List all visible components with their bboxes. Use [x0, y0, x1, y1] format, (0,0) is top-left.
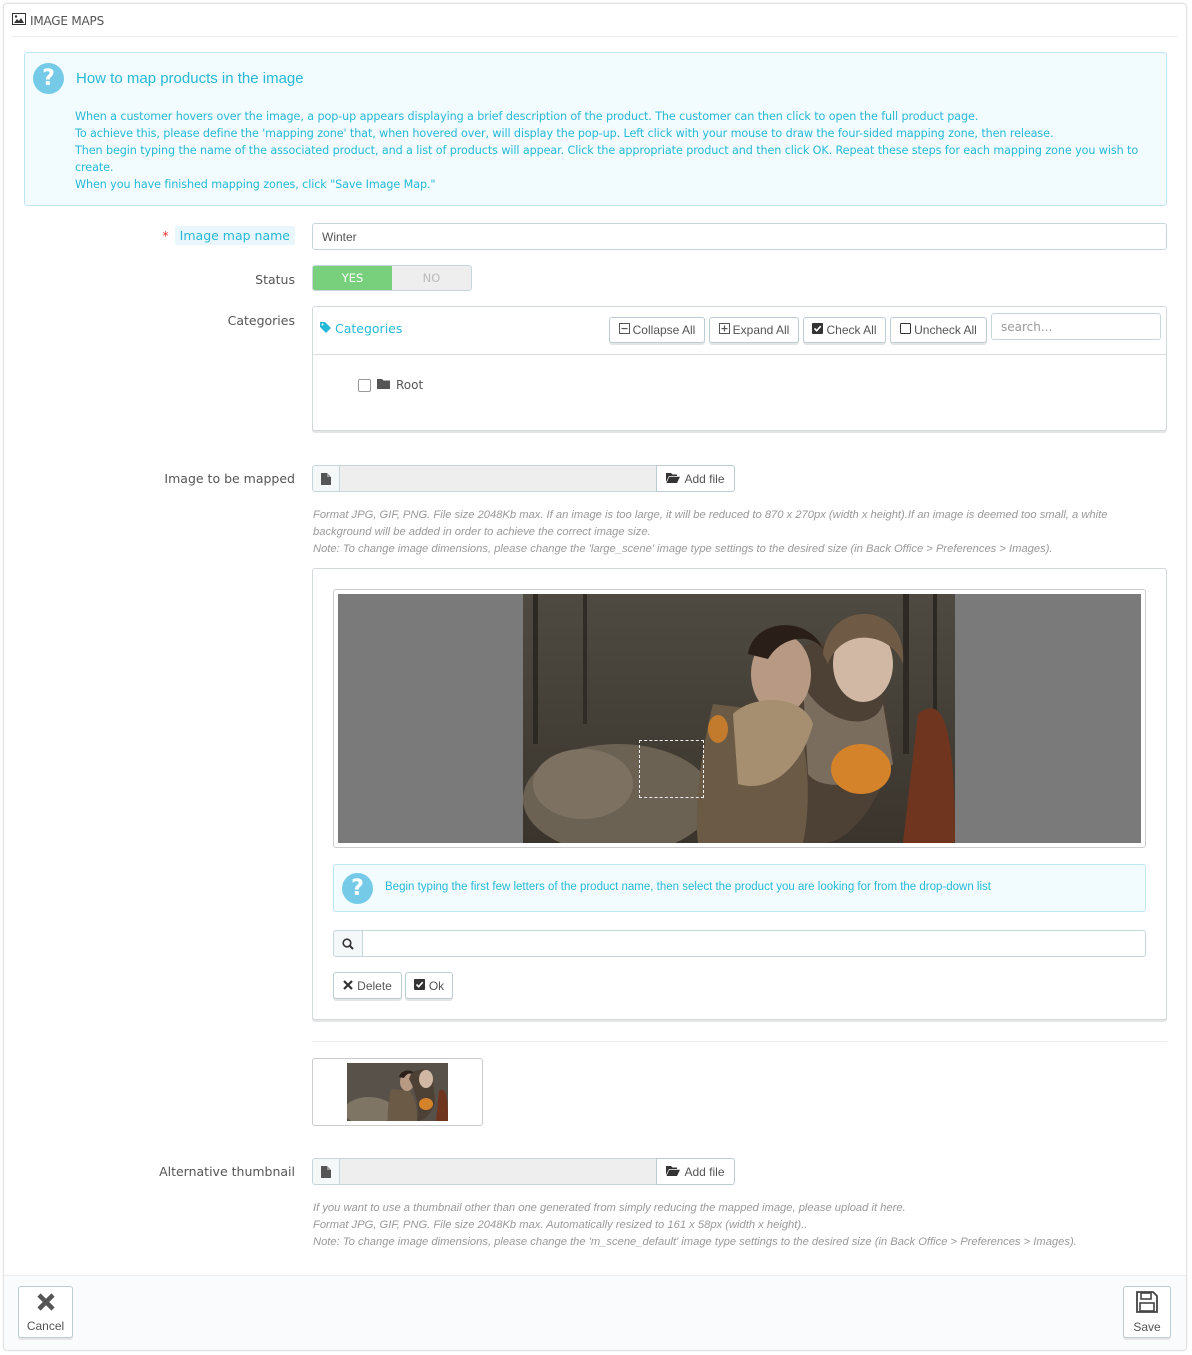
- required-star: *: [162, 228, 169, 243]
- collapse-all-label: Collapse All: [632, 323, 696, 337]
- status-yes-option[interactable]: YES: [313, 266, 392, 290]
- tree-node-root-label: Root: [396, 378, 424, 392]
- category-tree-title: Categories: [320, 321, 402, 336]
- close-icon: [343, 979, 353, 993]
- uncheck-all-button[interactable]: Uncheck All: [890, 317, 987, 343]
- help-line: Note: To change image dimensions, please…: [313, 1236, 1077, 1248]
- add-file-label: Add file: [684, 471, 725, 486]
- info-title: How to map products in the image: [76, 70, 304, 87]
- file-icon: [312, 465, 340, 492]
- cancel-label: Cancel: [26, 1318, 65, 1333]
- info-text: When a customer hovers over the image, a…: [75, 108, 1152, 193]
- status-switch[interactable]: YES NO: [312, 265, 472, 291]
- search-icon: [333, 930, 363, 957]
- uncheck-all-label: Uncheck All: [914, 323, 977, 337]
- help-line: Note: To change image dimensions, please…: [313, 543, 1053, 555]
- check-all-button[interactable]: Check All: [803, 317, 886, 343]
- image-map-name-input[interactable]: Winter: [312, 223, 1167, 250]
- scene-photo: [523, 594, 955, 843]
- divider: [312, 1041, 1167, 1042]
- image-mapper-panel: ? Begin typing the first few letters of …: [312, 568, 1167, 1020]
- close-icon: [36, 1292, 56, 1315]
- product-search-help-box: ? Begin typing the first few letters of …: [333, 864, 1146, 912]
- image-file-field[interactable]: [340, 465, 656, 492]
- mapping-canvas[interactable]: [338, 594, 1141, 843]
- plus-square-icon: [718, 323, 730, 337]
- picture-icon: [12, 13, 26, 28]
- thumbnail-help-text: If you want to use a thumbnail other tha…: [313, 1200, 1163, 1251]
- panel-title: IMAGE MAPS: [30, 13, 105, 28]
- thumbnail-preview: [312, 1058, 483, 1126]
- delete-zone-button[interactable]: Delete: [333, 972, 402, 999]
- product-search-help-text: Begin typing the first few letters of th…: [385, 881, 991, 893]
- minus-square-icon: [618, 323, 630, 337]
- map-frame: [333, 589, 1146, 848]
- save-label: Save: [1133, 1319, 1161, 1334]
- categories-label: Categories: [227, 313, 295, 328]
- folder-icon: [377, 378, 390, 392]
- thumbnail-file-input-group: Add file: [312, 1158, 735, 1185]
- root-checkbox[interactable]: [358, 378, 371, 392]
- expand-all-label: Expand All: [732, 323, 790, 337]
- folder-open-icon: [666, 1165, 681, 1179]
- check-square-icon: [413, 978, 425, 993]
- help-line: If you want to use a thumbnail other tha…: [313, 1202, 906, 1214]
- add-file-button[interactable]: Add file: [656, 465, 735, 492]
- status-no-option[interactable]: NO: [392, 266, 471, 290]
- product-search-input[interactable]: [363, 930, 1146, 957]
- image-map-name-label: * Image map name: [162, 226, 295, 245]
- image-help-text: Format JPG, GIF, PNG. File size 2048Kb m…: [313, 507, 1163, 558]
- add-thumbnail-file-button[interactable]: Add file: [656, 1158, 735, 1185]
- check-square-icon: [812, 323, 824, 337]
- ok-zone-button[interactable]: Ok: [405, 972, 453, 999]
- info-line: To achieve this, please define the 'mapp…: [75, 127, 1054, 140]
- empty-square-icon: [900, 323, 912, 337]
- category-search-input[interactable]: search...: [991, 313, 1161, 340]
- image-maps-panel: IMAGE MAPS ? How to map products in the …: [3, 3, 1187, 1351]
- image-file-input-group: Add file: [312, 465, 735, 492]
- image-to-map-label: Image to be mapped: [164, 471, 295, 486]
- question-circle-icon: ?: [33, 63, 64, 94]
- alternative-thumbnail-label: Alternative thumbnail: [159, 1164, 295, 1179]
- status-label: Status: [255, 272, 295, 287]
- floppy-disk-icon: [1136, 1290, 1158, 1316]
- expand-all-button[interactable]: Expand All: [709, 317, 799, 343]
- category-tree-panel: Categories Collapse All Expand All Check…: [312, 306, 1167, 431]
- how-to-info-box: ? How to map products in the image When …: [24, 52, 1167, 206]
- help-line: Format JPG, GIF, PNG. File size 2048Kb m…: [313, 509, 1108, 538]
- category-tree-title-text: Categories: [335, 321, 403, 336]
- collapse-all-button[interactable]: Collapse All: [609, 317, 705, 343]
- category-tree-header: Categories Collapse All Expand All Check…: [313, 307, 1166, 355]
- product-search-group: [333, 930, 1146, 957]
- thumbnail-image: [347, 1063, 448, 1121]
- help-line: Format JPG, GIF, PNG. File size 2048Kb m…: [313, 1219, 808, 1231]
- info-line: When a customer hovers over the image, a…: [75, 110, 979, 123]
- save-button[interactable]: Save: [1123, 1286, 1171, 1338]
- file-icon: [312, 1158, 340, 1185]
- info-line: When you have finished mapping zones, cl…: [75, 178, 436, 191]
- delete-label: Delete: [357, 978, 392, 993]
- add-file-label: Add file: [684, 1164, 725, 1179]
- heading-divider: [12, 36, 1178, 37]
- info-line: Then begin typing the name of the associ…: [75, 144, 1139, 174]
- panel-footer: Cancel Save: [4, 1275, 1186, 1350]
- check-all-label: Check All: [826, 323, 877, 337]
- mapping-zone[interactable]: [639, 740, 704, 798]
- panel-heading: IMAGE MAPS: [12, 13, 104, 28]
- question-circle-icon: ?: [342, 873, 373, 904]
- ok-label: Ok: [428, 978, 445, 993]
- folder-open-icon: [666, 472, 681, 486]
- tree-node-root[interactable]: Root: [358, 378, 423, 392]
- cancel-button[interactable]: Cancel: [18, 1286, 73, 1338]
- thumbnail-file-field[interactable]: [340, 1158, 656, 1185]
- tag-icon: [320, 321, 331, 336]
- image-map-name-label-text: Image map name: [174, 226, 295, 245]
